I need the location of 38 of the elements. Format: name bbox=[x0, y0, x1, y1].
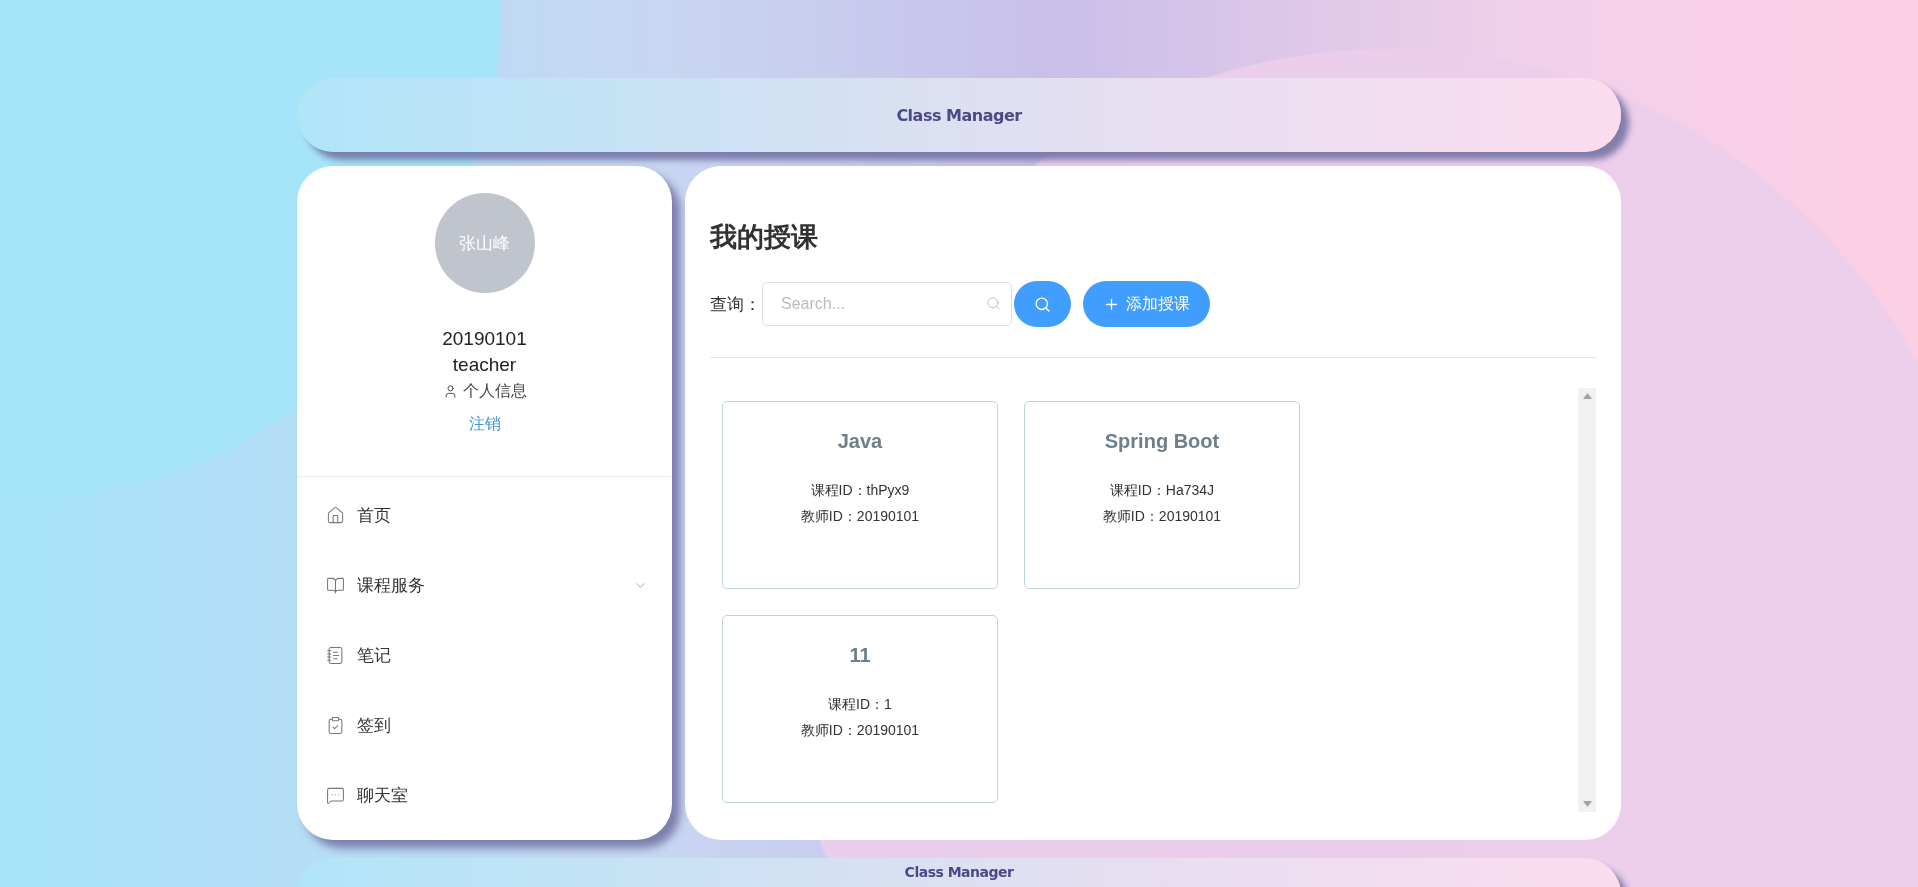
notebook-icon bbox=[326, 645, 345, 665]
course-id: 课程ID：Ha734J bbox=[1109, 481, 1215, 500]
app-title: Class Manager bbox=[896, 105, 1022, 125]
menu-item[interactable]: 首页 bbox=[297, 480, 672, 550]
menu-item[interactable]: 笔记 bbox=[297, 620, 672, 690]
course-id: 课程ID：1 bbox=[828, 695, 892, 714]
course-card[interactable]: Java 课程ID：thPyx9 教师ID：20190101 bbox=[722, 401, 998, 589]
scrollbar[interactable] bbox=[1578, 388, 1596, 812]
page-title: 我的授课 bbox=[710, 221, 819, 254]
home-icon bbox=[326, 505, 345, 525]
course-card[interactable]: 11 课程ID：1 教师ID：20190101 bbox=[722, 615, 998, 803]
book-icon bbox=[326, 575, 345, 595]
course-name: Spring Boot bbox=[1104, 430, 1220, 453]
search-icon bbox=[1034, 295, 1051, 313]
search-icon bbox=[986, 296, 1001, 311]
menu-item[interactable]: 聊天室 bbox=[297, 760, 672, 830]
query-label: 查询： bbox=[710, 293, 761, 316]
user-role: teacher bbox=[452, 353, 517, 377]
scroll-down-icon[interactable] bbox=[1582, 801, 1592, 807]
profile-link[interactable]: 个人信息 bbox=[442, 378, 527, 404]
teacher-id: 教师ID：20190101 bbox=[800, 507, 920, 526]
course-name: 11 bbox=[849, 644, 871, 667]
course-card[interactable]: Spring Boot 课程ID：Ha734J 教师ID：20190101 bbox=[1024, 401, 1300, 589]
course-name: Java bbox=[837, 430, 883, 453]
teacher-id: 教师ID：20190101 bbox=[1102, 507, 1222, 526]
course-id: 课程ID：thPyx9 bbox=[810, 481, 910, 500]
clipboard-icon bbox=[326, 715, 345, 735]
search-button[interactable] bbox=[1014, 281, 1071, 327]
menu-item[interactable]: 课程服务 bbox=[297, 550, 672, 620]
teacher-id: 教师ID：20190101 bbox=[800, 721, 920, 740]
menu-item[interactable]: 签到 bbox=[297, 690, 672, 760]
user-icon bbox=[442, 383, 458, 399]
search-field[interactable]: Search... bbox=[762, 282, 1012, 326]
scroll-up-icon[interactable] bbox=[1582, 393, 1592, 399]
user-id: 20190101 bbox=[442, 327, 527, 351]
chat-icon bbox=[326, 785, 345, 805]
app-title: Class Manager bbox=[904, 864, 1014, 880]
avatar: 张山峰 bbox=[434, 193, 535, 293]
